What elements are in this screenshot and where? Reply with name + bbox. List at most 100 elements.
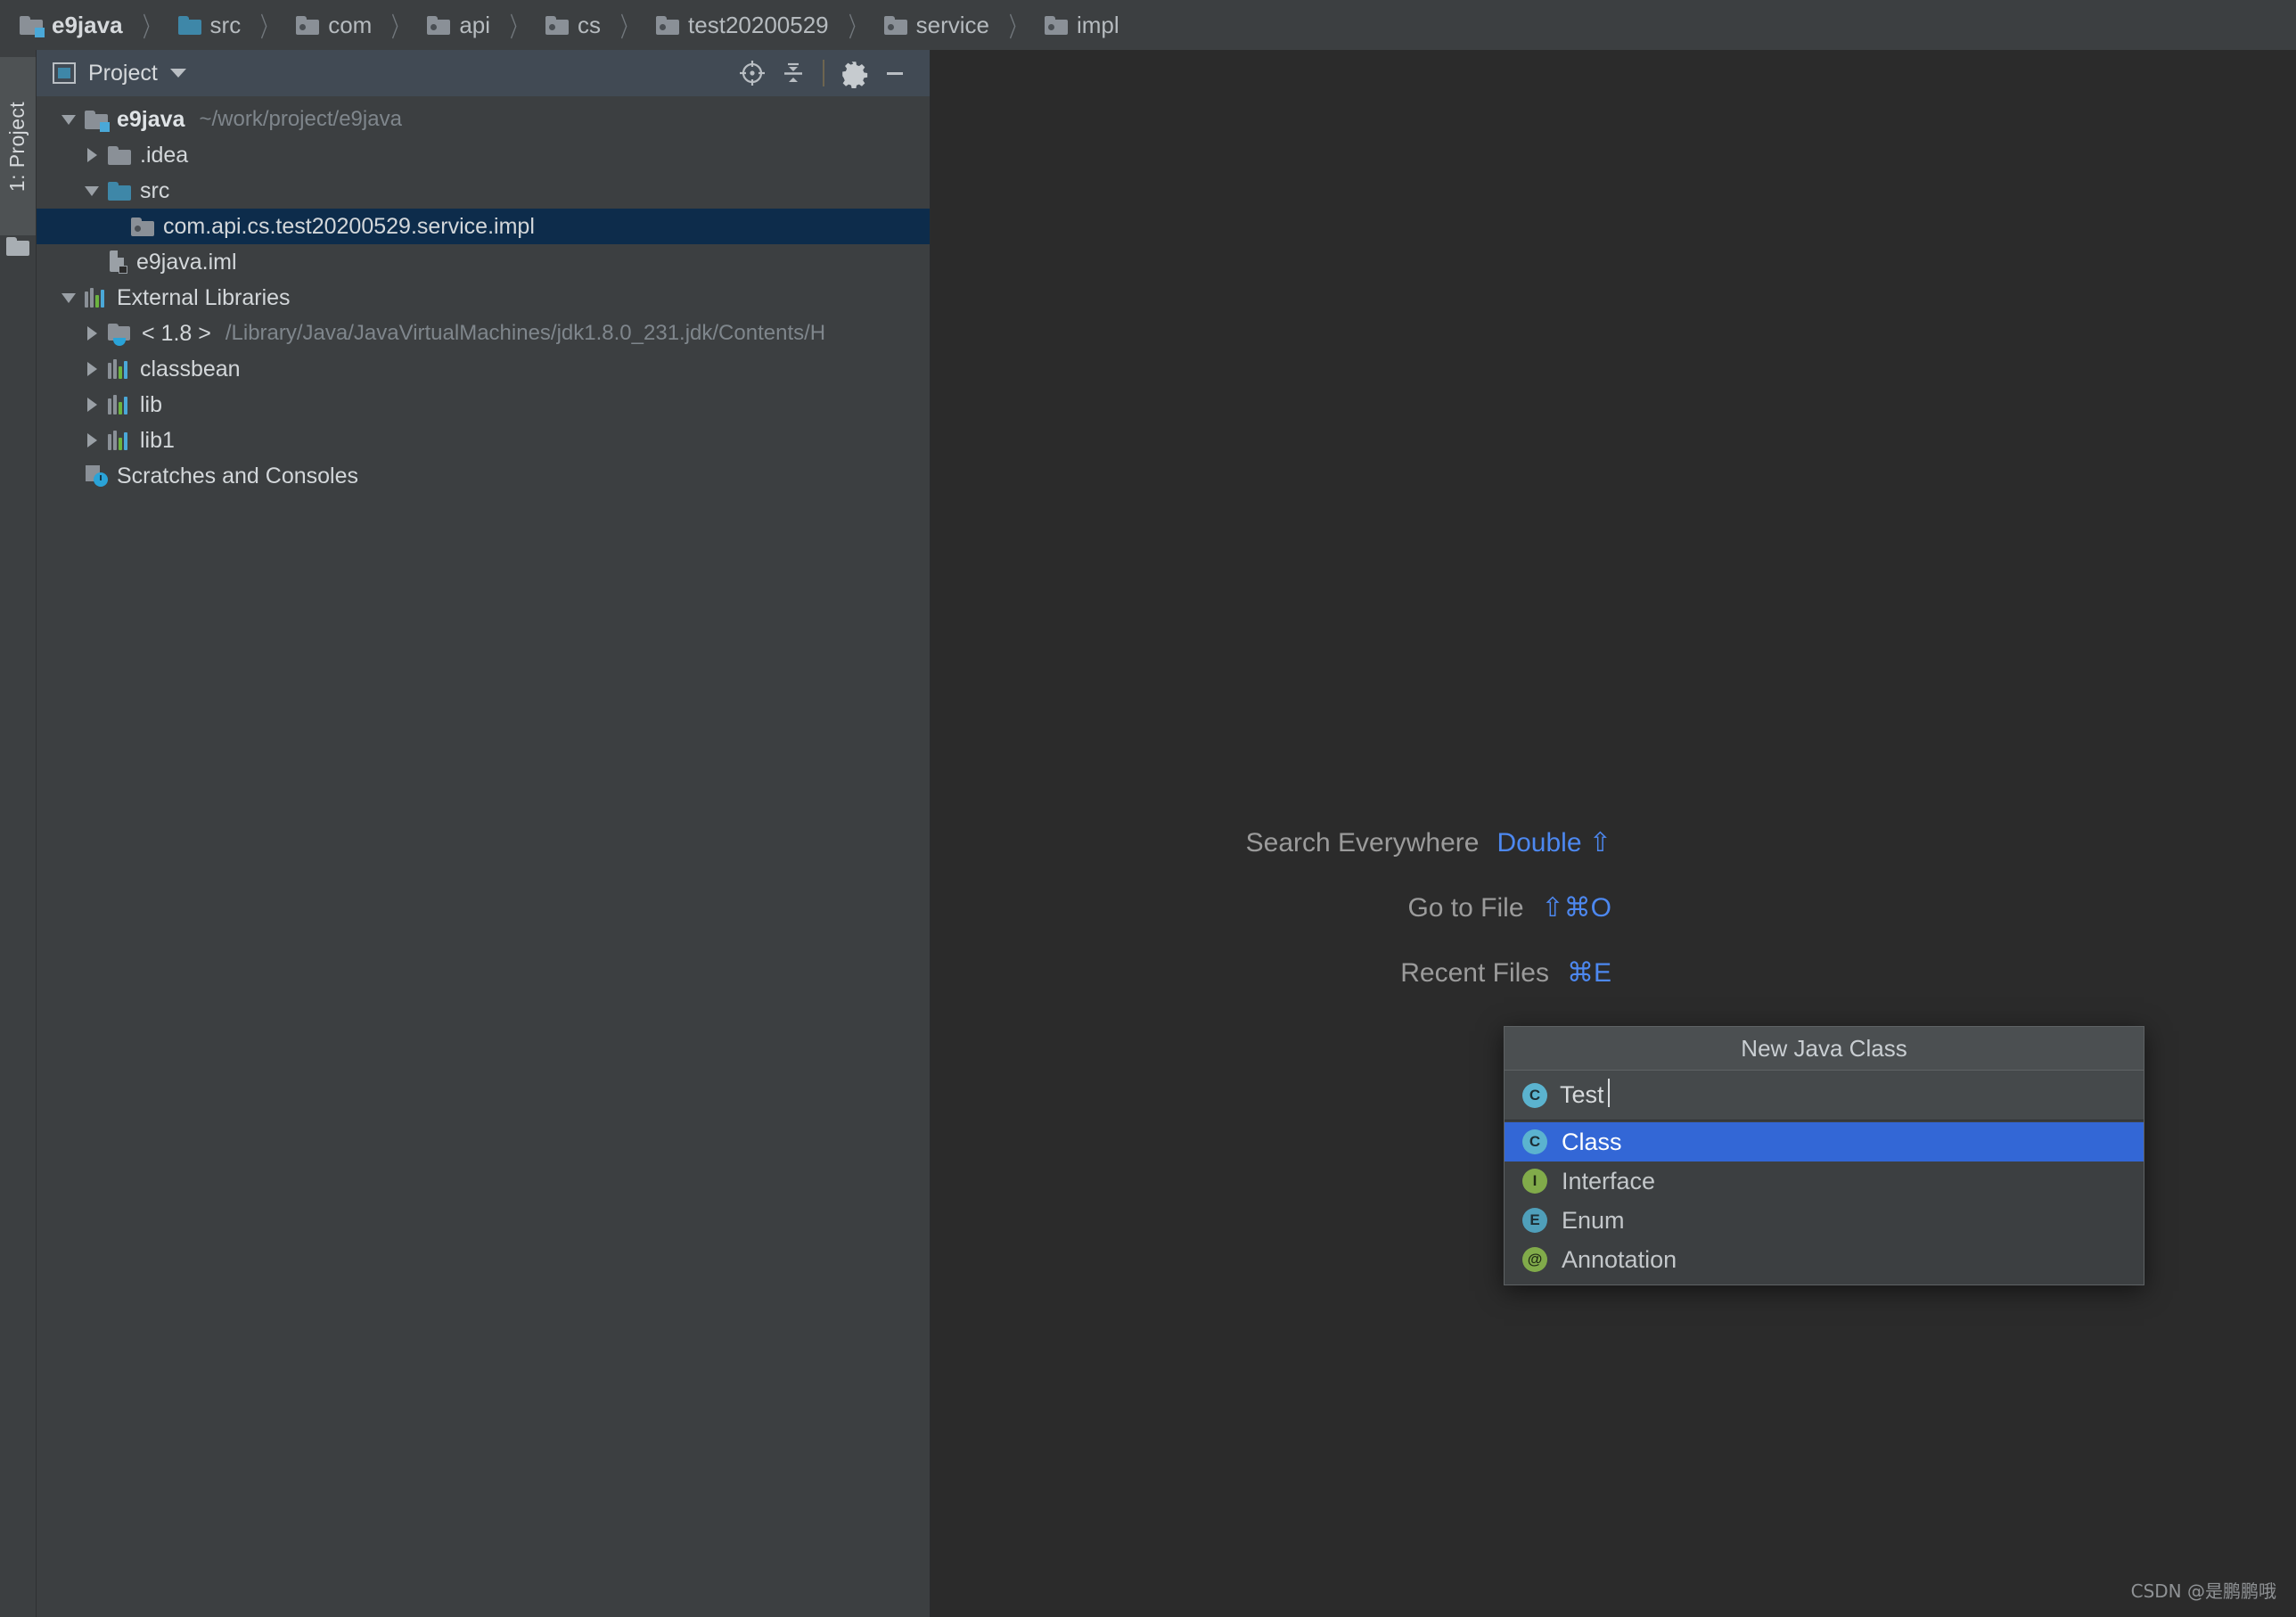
breadcrumb-item-com[interactable]: com	[296, 0, 372, 50]
jdk-icon	[108, 324, 133, 344]
source-folder-icon	[108, 182, 131, 201]
library-icon	[108, 395, 131, 415]
tree-row-e9java[interactable]: e9java ~/work/project/e9java	[37, 102, 930, 137]
library-icon	[108, 431, 131, 450]
shortcut-hint-label: Recent Files	[1400, 958, 1549, 989]
popup-title: New Java Class	[1505, 1027, 2144, 1071]
breadcrumb-item-label: cs	[578, 12, 601, 39]
settings-gear-icon[interactable]	[833, 53, 874, 94]
arrow-placeholder	[106, 217, 126, 236]
tree-row-scratches[interactable]: Scratches and Consoles	[37, 458, 930, 494]
collapse-arrow-icon[interactable]	[60, 288, 79, 308]
breadcrumb-item-label: impl	[1077, 12, 1119, 39]
package-folder-icon	[545, 16, 569, 35]
tree-row-path: ~/work/project/e9java	[199, 107, 401, 132]
tree-row-label: e9java	[117, 107, 184, 133]
shortcut-hint-label: Search Everywhere	[1246, 828, 1480, 858]
editor-shortcut-hints: Search Everywhere Double ⇧ Go to File ⇧⌘O Re…	[986, 827, 1877, 1022]
breadcrumb-item-label: com	[328, 12, 372, 39]
breadcrumb-separator: 〉	[1009, 5, 1025, 45]
class-kind-item-label: Enum	[1562, 1207, 1625, 1235]
collapse-all-icon[interactable]	[773, 53, 814, 94]
tree-row-lib[interactable]: lib	[37, 387, 930, 423]
arrow-placeholder	[60, 466, 79, 486]
tree-row-label: < 1.8 >	[142, 321, 211, 347]
expand-arrow-icon[interactable]	[83, 395, 102, 415]
breadcrumb-item-test20200529[interactable]: test20200529	[656, 0, 829, 50]
class-kind-item-label: Annotation	[1562, 1246, 1677, 1274]
tree-row-classbean[interactable]: classbean	[37, 351, 930, 387]
collapse-arrow-icon[interactable]	[60, 110, 79, 129]
breadcrumb-item-label: test20200529	[688, 12, 829, 39]
breadcrumb: e9java〉src〉com〉api〉cs〉test20200529〉servi…	[0, 0, 2296, 50]
class-kind-item-enum[interactable]: E Enum	[1505, 1201, 2144, 1240]
expand-arrow-icon[interactable]	[83, 431, 102, 450]
breadcrumb-separator: 〉	[391, 5, 407, 45]
expand-arrow-icon[interactable]	[83, 359, 102, 379]
enum-icon: E	[1522, 1208, 1547, 1233]
tree-row-label: lib	[140, 392, 162, 418]
class-kind-item-annotation[interactable]: @ Annotation	[1505, 1240, 2144, 1279]
shortcut-hint-row: Go to File ⇧⌘O	[986, 892, 1877, 923]
class-kind-list[interactable]: CClassIInterface E Enum @ Annotation	[1505, 1120, 2144, 1285]
interface-icon: I	[1522, 1169, 1547, 1194]
ide-window: e9java〉src〉com〉api〉cs〉test20200529〉servi…	[0, 0, 2296, 1617]
tree-row-label: classbean	[140, 357, 241, 382]
breadcrumb-separator: 〉	[620, 5, 636, 45]
chevron-down-icon[interactable]	[170, 69, 186, 78]
breadcrumb-item-impl[interactable]: impl	[1045, 0, 1119, 50]
annotation-icon: @	[1522, 1247, 1547, 1272]
shortcut-hint-label: Go to File	[1407, 893, 1523, 923]
breadcrumb-item-service[interactable]: service	[884, 0, 989, 50]
class-icon: C	[1522, 1083, 1547, 1108]
tree-row-jdk[interactable]: < 1.8 > /Library/Java/JavaVirtualMachines…	[37, 316, 930, 351]
tree-row-extlibs[interactable]: External Libraries	[37, 280, 930, 316]
shortcut-hint-keys[interactable]: ⌘E	[1567, 957, 1611, 989]
minimize-icon[interactable]	[874, 53, 915, 94]
tree-row-package[interactable]: com.api.cs.test20200529.service.impl	[37, 209, 930, 244]
shortcut-hint-keys[interactable]: ⇧⌘O	[1542, 892, 1611, 923]
shortcut-hint-keys[interactable]: Double ⇧	[1496, 827, 1611, 858]
expand-arrow-icon[interactable]	[83, 324, 102, 343]
tree-row-label: src	[140, 178, 169, 204]
tree-row-lib1[interactable]: lib1	[37, 423, 930, 458]
collapse-arrow-icon[interactable]	[83, 181, 102, 201]
tree-row-src[interactable]: src	[37, 173, 930, 209]
toolbar-divider	[823, 60, 824, 86]
folder-icon	[108, 146, 131, 165]
tool-window-button-label: 1: Project	[6, 101, 30, 191]
breadcrumb-item-src[interactable]: src	[178, 0, 242, 50]
class-kind-item-class[interactable]: CClass	[1505, 1122, 2144, 1161]
library-icon	[108, 359, 131, 379]
locate-target-icon[interactable]	[732, 53, 773, 94]
arrow-placeholder	[83, 252, 102, 272]
breadcrumb-item-cs[interactable]: cs	[545, 0, 601, 50]
project-tree[interactable]: e9java ~/work/project/e9java .idea src com.a…	[37, 96, 930, 494]
breadcrumb-separator: 〉	[510, 5, 526, 45]
source-folder-icon	[178, 16, 201, 35]
breadcrumb-item-api[interactable]: api	[427, 0, 490, 50]
tree-row-path: /Library/Java/JavaVirtualMachines/jdk1.8…	[226, 321, 825, 346]
tree-row-label: Scratches and Consoles	[117, 464, 358, 489]
project-panel-header: Project	[37, 50, 930, 96]
class-name-input-value: Test	[1560, 1081, 1604, 1109]
package-folder-icon	[1045, 16, 1068, 35]
class-name-input[interactable]: C Test	[1505, 1071, 2144, 1120]
breadcrumb-item-e9java[interactable]: e9java	[20, 0, 123, 50]
class-kind-item-interface[interactable]: IInterface	[1505, 1161, 2144, 1201]
left-tool-strip: 1: Project	[0, 50, 37, 1617]
watermark: CSDN @是鹏鹏哦	[2131, 1577, 2276, 1603]
breadcrumb-item-label: e9java	[52, 12, 123, 39]
tree-row-label: e9java.iml	[136, 250, 237, 275]
tree-row-idea[interactable]: .idea	[37, 137, 930, 173]
scratches-icon	[85, 465, 108, 487]
project-view-icon	[53, 62, 76, 84]
module-folder-icon	[20, 16, 43, 35]
class-kind-item-label: Class	[1562, 1129, 1622, 1156]
breadcrumb-separator: 〉	[143, 5, 159, 45]
tool-window-button-project[interactable]: 1: Project	[0, 57, 36, 235]
tree-row-iml[interactable]: e9java.iml	[37, 244, 930, 280]
editor-empty-area: Search Everywhere Double ⇧ Go to File ⇧⌘O Re…	[931, 50, 2296, 1617]
library-icon	[85, 288, 108, 308]
expand-arrow-icon[interactable]	[83, 145, 102, 165]
